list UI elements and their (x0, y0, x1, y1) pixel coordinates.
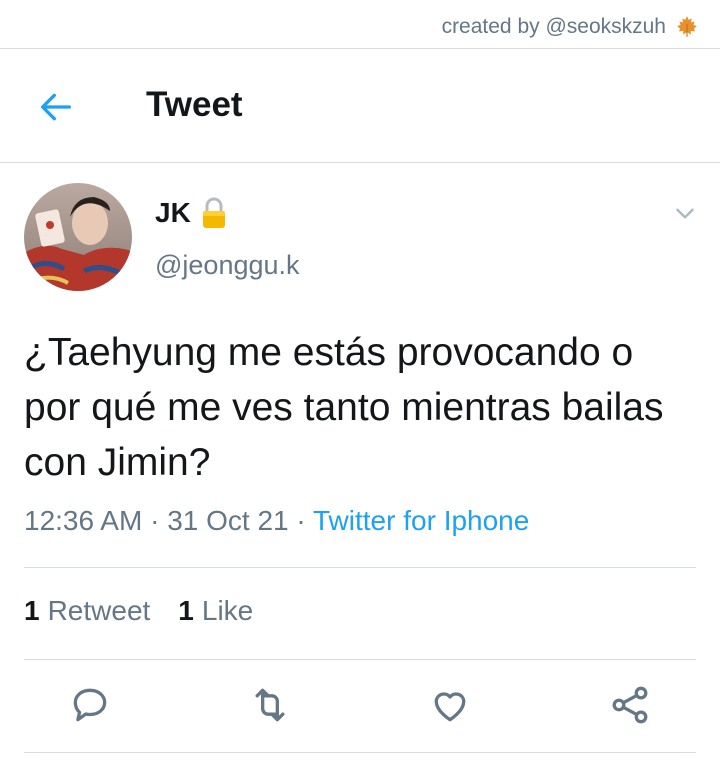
like-icon[interactable] (428, 683, 472, 727)
tweet-time: 12:36 AM (24, 505, 143, 536)
meta-divider (24, 567, 696, 568)
bottom-divider (24, 752, 696, 753)
meta-separator: · (288, 505, 313, 536)
likes-stat[interactable]: 1 Like (178, 595, 253, 627)
tweet-date: 31 Oct 21 (167, 505, 289, 536)
credit-text: created by @seokskzuh (441, 15, 666, 38)
retweets-label: Retweet (47, 595, 151, 626)
retweets-count: 1 (24, 595, 40, 626)
header-divider (0, 162, 720, 163)
tweet-source-link[interactable]: Twitter for Iphone (313, 505, 529, 536)
stats-divider (24, 659, 696, 660)
action-bar (0, 683, 720, 733)
retweet-icon[interactable] (248, 683, 292, 727)
display-name[interactable]: JK (155, 197, 191, 229)
likes-count: 1 (178, 595, 194, 626)
retweets-stat[interactable]: 1 Retweet (24, 595, 150, 627)
avatar[interactable] (24, 183, 132, 291)
reply-icon[interactable] (68, 683, 112, 727)
lock-icon (202, 197, 225, 228)
header-bar: Tweet (0, 49, 720, 162)
likes-label: Like (201, 595, 254, 626)
tweet-text: ¿Taehyung me estás provocando o por qué … (24, 331, 664, 484)
credit-watermark: created by @seokskzuh (442, 14, 700, 40)
tweet-stats: 1 Retweet 1 Like (24, 595, 253, 627)
tweet-meta: 12:36 AM · 31 Oct 21 · Twitter for Iphon… (24, 505, 529, 537)
share-icon[interactable] (608, 683, 652, 727)
user-handle[interactable]: @jeonggu.k (155, 250, 300, 281)
maple-leaf-icon (677, 16, 697, 37)
chevron-down-icon[interactable] (672, 200, 698, 226)
author-name-row: JK (155, 197, 227, 229)
meta-separator: · (142, 505, 168, 536)
arrow-left-icon[interactable] (36, 87, 76, 127)
page-title: Tweet (146, 85, 243, 124)
